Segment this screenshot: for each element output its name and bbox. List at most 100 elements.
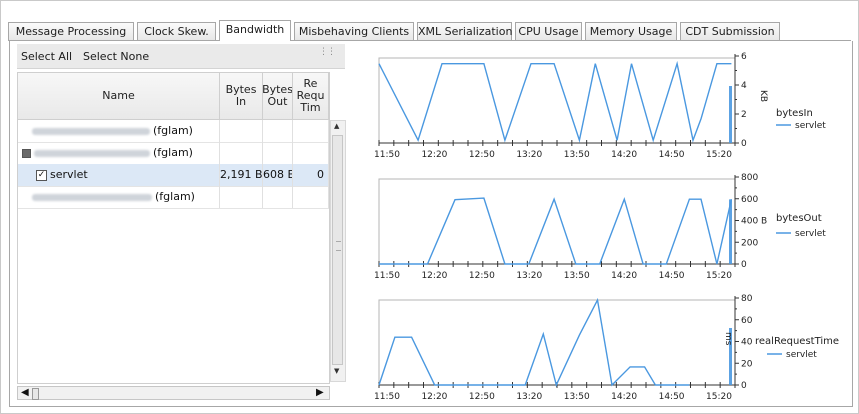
row-request-time — [293, 120, 329, 142]
legend-series: servlet — [795, 229, 826, 239]
chart-bytes-out: 11:50 12:20 12:50 13:20 13:50 14:20 14:50 15:20… — [374, 173, 826, 281]
row-request-time — [293, 142, 329, 164]
legend-series: servlet — [786, 350, 817, 360]
plot-area — [378, 299, 736, 386]
x-tick-label: 14:20 — [611, 392, 637, 402]
x-tick-label: 12:50 — [469, 150, 495, 160]
table-row[interactable]: (fglam) — [18, 142, 329, 165]
tab-cpu-usage[interactable]: CPU Usage — [515, 22, 582, 40]
column-header-bytes-in[interactable]: Bytes In — [220, 73, 263, 119]
menu-grip-icon[interactable]: ⋮⋮ — [319, 47, 336, 57]
x-tick-label: 13:50 — [564, 271, 590, 281]
x-tick-label: 11:50 — [374, 150, 400, 160]
y-tick-label: 60 — [741, 316, 753, 326]
scroll-left-arrow-icon[interactable]: ◀ — [21, 387, 29, 399]
row-bytes-in: 2,191 B — [220, 164, 263, 186]
redacted-host — [32, 193, 152, 201]
y-tick-label: 400 B — [741, 217, 767, 227]
y-tick-label: 0 — [741, 260, 747, 270]
column-header-name[interactable]: Name — [18, 73, 220, 119]
row-bytes-in — [220, 186, 263, 208]
row-request-time: 0 — [293, 164, 329, 186]
tab-misbehaving-clients[interactable]: Misbehaving Clients — [294, 22, 414, 40]
row-name: (fglam) — [153, 124, 193, 137]
column-header-request-time[interactable]: Re Requ Tim — [293, 73, 329, 119]
select-all-link[interactable]: Select All — [21, 50, 72, 63]
tab-clock-skew[interactable]: Clock Skew. — [137, 22, 216, 40]
row-name: (fglam) — [155, 190, 195, 203]
scroll-right-arrow-icon[interactable]: ▶ — [316, 387, 324, 399]
redacted-host — [32, 127, 150, 135]
row-name-cell: (fglam) — [18, 142, 220, 164]
table-row[interactable]: (fglam) — [18, 186, 329, 209]
y-tick-label: 40 — [741, 338, 753, 348]
y-axis-label: ms — [723, 332, 733, 346]
chart-real-request-time: 11:50 12:20 12:50 13:20 13:50 14:20 14:50 15:20… — [374, 294, 839, 402]
x-tick-label: 13:50 — [564, 392, 590, 402]
x-tick-label: 14:20 — [611, 150, 637, 160]
tab-bandwidth[interactable]: Bandwidth — [219, 20, 291, 41]
x-tick-label: 12:50 — [469, 392, 495, 402]
checkbox-checked-icon[interactable]: ✓ — [36, 169, 47, 181]
grip-icon — [336, 241, 341, 251]
tab-message-processing[interactable]: Message Processing — [8, 22, 134, 40]
row-bytes-in — [220, 120, 263, 142]
y-tick-label: 6 — [741, 52, 747, 62]
x-tick-label: 13:50 — [564, 150, 590, 160]
table-row-selected[interactable]: ✓ servlet 2,191 B 608 B 0 — [18, 164, 329, 187]
row-bytes-in — [220, 142, 263, 164]
x-tick-label: 13:20 — [516, 392, 542, 402]
table-row[interactable]: (fglam) — [18, 120, 329, 143]
chart-marks: 11:50 12:20 12:50 13:20 13:50 14:20 14:50 15:20… — [374, 294, 753, 402]
legend-title: bytesOut — [776, 213, 822, 224]
x-tick-label: 14:50 — [659, 271, 685, 281]
row-bytes-out — [263, 142, 293, 164]
left-panel: Select All Select None ⋮⋮ Name Bytes In … — [17, 44, 346, 400]
row-name: servlet — [50, 168, 88, 181]
legend-title: realRequestTime — [755, 336, 839, 347]
x-tick-label: 14:20 — [611, 271, 637, 281]
y-tick-label: 800 — [741, 173, 758, 183]
tab-memory-usage[interactable]: Memory Usage — [585, 22, 677, 40]
x-tick-label: 14:50 — [659, 150, 685, 160]
x-tick-label: 13:20 — [516, 150, 542, 160]
vertical-scrollbar[interactable]: ▲ ▼ — [330, 120, 346, 382]
collapse-icon[interactable] — [22, 148, 31, 158]
bandwidth-panel: Select All Select None ⋮⋮ Name Bytes In … — [9, 41, 853, 407]
x-tick-label: 12:20 — [421, 392, 447, 402]
row-name-cell: (fglam) — [18, 186, 220, 208]
x-tick-label: 11:50 — [374, 271, 400, 281]
agents-table: Name Bytes In Bytes Out Re Requ Tim (fgl… — [17, 72, 330, 384]
y-tick-label: 200 — [741, 238, 758, 248]
row-request-time — [293, 186, 329, 208]
y-tick-label: 80 — [741, 294, 753, 304]
x-tick-label: 12:20 — [421, 150, 447, 160]
table-header: Name Bytes In Bytes Out Re Requ Tim — [18, 73, 329, 120]
column-header-bytes-out[interactable]: Bytes Out — [263, 73, 293, 119]
select-none-link[interactable]: Select None — [83, 50, 149, 63]
x-tick-label: 11:50 — [374, 392, 400, 402]
current-marker — [729, 86, 732, 143]
y-tick-label: 20 — [741, 359, 753, 369]
legend-series: servlet — [795, 121, 826, 131]
x-tick-label: 15:20 — [706, 392, 732, 402]
selection-bar: Select All Select None ⋮⋮ — [17, 44, 345, 69]
scroll-up-arrow-icon[interactable]: ▲ — [334, 122, 339, 130]
x-tick-label: 13:20 — [516, 271, 542, 281]
y-axis-label: KB — [758, 90, 768, 102]
x-tick-label: 12:50 — [469, 271, 495, 281]
y-tick-label: 4 — [741, 81, 747, 91]
y-tick-label: 2 — [741, 110, 747, 120]
row-name-cell: ✓ servlet — [18, 164, 220, 186]
scroll-down-arrow-icon[interactable]: ▼ — [334, 367, 339, 375]
row-name: (fglam) — [153, 146, 193, 159]
row-bytes-out — [263, 120, 293, 142]
tab-xml-serialization[interactable]: XML Serialization — [417, 22, 512, 40]
horizontal-scrollbar[interactable]: ◀ ▶ — [17, 386, 330, 400]
horizontal-scroll-thumb[interactable] — [32, 388, 39, 400]
vertical-scroll-thumb[interactable] — [332, 135, 343, 365]
chart-bytes-in: 11:50 12:20 12:50 13:20 13:50 14:20 14:50 15:20… — [374, 52, 826, 160]
tab-cdt-submission[interactable]: CDT Submission — [680, 22, 780, 40]
x-tick-label: 12:20 — [421, 271, 447, 281]
x-tick-label: 14:50 — [659, 392, 685, 402]
